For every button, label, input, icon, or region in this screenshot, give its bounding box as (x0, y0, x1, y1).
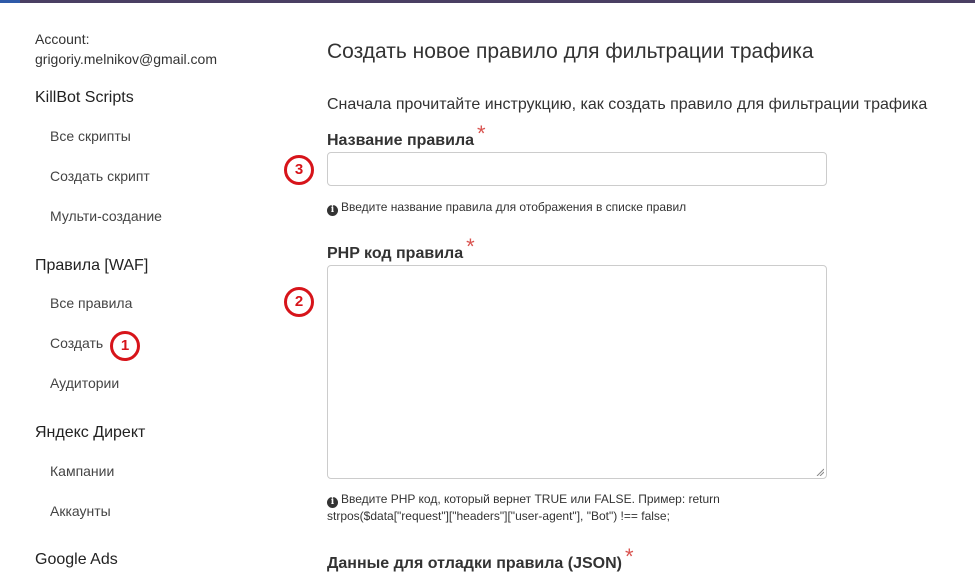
php-code-help: i Введите PHP код, который вернет TRUE ил… (327, 491, 720, 525)
nav-all-scripts[interactable]: Все скрипты (50, 128, 131, 144)
nav-multi-create[interactable]: Мульти-создание (50, 208, 162, 224)
rule-name-help-text: Введите название правила для отображения… (341, 200, 687, 214)
nav-all-rules[interactable]: Все правила (50, 295, 132, 311)
php-code-textarea[interactable] (327, 265, 827, 479)
section-waf-rules: Правила [WAF] (35, 257, 149, 274)
section-killbot-scripts: KillBot Scripts (35, 89, 134, 106)
php-code-help-line1: Введите PHP код, который вернет TRUE или… (341, 492, 720, 506)
debug-data-label: Данные для отладки правила (JSON) * (327, 544, 634, 574)
nav-accounts[interactable]: Аккаунты (50, 503, 111, 519)
top-bar-accent (0, 0, 20, 3)
resize-grip-icon[interactable] (816, 468, 824, 476)
section-google-ads: Google Ads (35, 551, 118, 568)
nav-create-rule[interactable]: Создать (50, 335, 103, 351)
required-mark: * (477, 121, 486, 146)
intro-text[interactable]: Сначала прочитайте инструкцию, как созда… (327, 96, 927, 114)
annotation-marker-1: 1 (110, 331, 140, 361)
debug-data-label-text: Данные для отладки правила (JSON) (327, 555, 622, 572)
php-code-label: PHP код правила * (327, 234, 475, 264)
rule-name-label: Название правила * (327, 121, 486, 151)
php-code-help-line2: strpos($data["request"]["headers"]["user… (327, 509, 670, 523)
section-yandex-direct: Яндекс Директ (35, 424, 146, 441)
info-icon: i (327, 205, 338, 216)
nav-create-script[interactable]: Создать скрипт (50, 168, 150, 184)
account-email: grigoriy.melnikov@gmail.com (35, 51, 217, 67)
page-title: Создать новое правило для фильтрации тра… (327, 40, 814, 63)
rule-name-input[interactable] (327, 152, 827, 186)
nav-audiences[interactable]: Аудитории (50, 375, 119, 391)
required-mark: * (624, 544, 634, 569)
rule-name-label-text: Название правила (327, 132, 475, 149)
required-mark: * (466, 234, 475, 259)
nav-campaigns[interactable]: Кампании (50, 463, 114, 479)
annotation-marker-3: 3 (284, 155, 314, 185)
php-code-label-text: PHP код правила (327, 245, 464, 262)
account-label: Account: (35, 31, 90, 47)
annotation-marker-2: 2 (284, 287, 314, 317)
rule-name-help: i Введите название правила для отображени… (327, 199, 686, 216)
info-icon: i (327, 497, 338, 508)
top-bar (0, 0, 975, 3)
